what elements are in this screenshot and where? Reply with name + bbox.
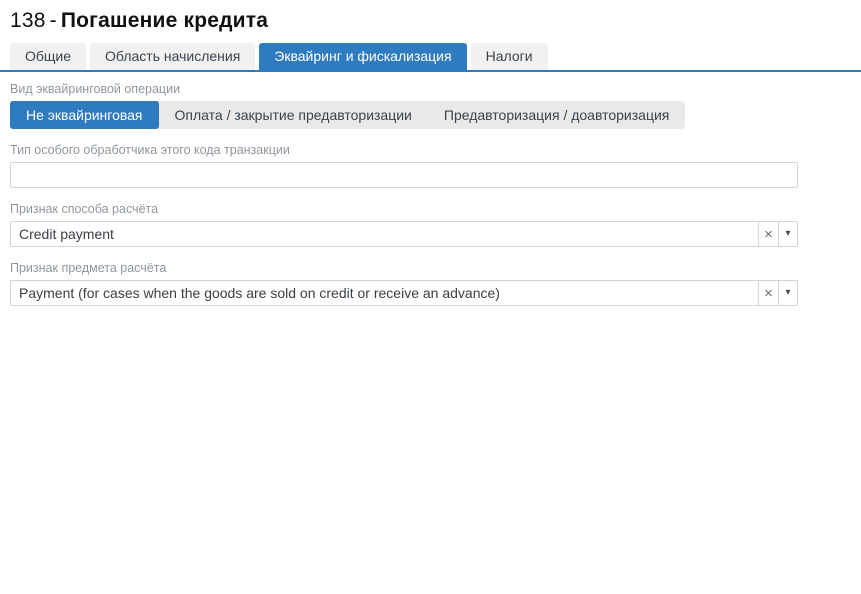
acquiring-operation-type-segmented-control: Не эквайринговая Оплата / закрытие преда…: [10, 101, 686, 129]
tab-taxes[interactable]: Налоги: [470, 43, 548, 70]
acquiring-operation-type-label: Вид эквайринговой операции: [10, 82, 181, 96]
title-code: 138: [10, 9, 46, 32]
special-handler-label: Тип особого обработчика этого кода транз…: [10, 143, 290, 157]
tab-bar: Общие Область начисления Эквайринг и фис…: [0, 43, 861, 72]
title-name: Погашение кредита: [60, 9, 269, 32]
chevron-down-icon: ▾: [785, 287, 791, 298]
payment-subject-attribute-label: Признак предмета расчёта: [10, 261, 167, 275]
tab-panel-acquiring-fiscalization: Вид эквайринговой операции Не эквайринго…: [0, 82, 808, 306]
payment-subject-dropdown-button[interactable]: ▾: [778, 281, 797, 305]
payment-subject-clear-button[interactable]: ×: [758, 281, 778, 305]
tab-general[interactable]: Общие: [10, 43, 87, 70]
tab-accrual-area[interactable]: Область начисления: [90, 43, 256, 70]
payment-subject-value: Payment (for cases when the goods are so…: [19, 285, 500, 301]
segment-preauthorization-additional-authorization[interactable]: Предавторизация / доавторизация: [428, 101, 686, 129]
payment-method-dropdown-button[interactable]: ▾: [778, 222, 797, 246]
transaction-code-editor-page: 138- Погашение кредита Общие Область начи…: [0, 0, 861, 594]
payment-method-value: Credit payment: [19, 226, 114, 242]
payment-method-combobox[interactable]: Credit payment × ▾: [10, 221, 798, 247]
chevron-down-icon: ▾: [785, 228, 791, 239]
tab-acquiring-fiscalization[interactable]: Эквайринг и фискализация: [259, 43, 467, 70]
payment-subject-combobox[interactable]: Payment (for cases when the goods are so…: [10, 280, 798, 306]
page-title: 138- Погашение кредита: [0, 0, 861, 43]
special-handler-input[interactable]: [10, 162, 798, 188]
segment-payment-close-preauthorization[interactable]: Оплата / закрытие предавторизации: [159, 101, 428, 129]
title-separator: -: [49, 9, 57, 32]
clear-icon: ×: [764, 225, 773, 243]
segment-non-acquiring[interactable]: Не эквайринговая: [10, 101, 159, 129]
payment-method-attribute-label: Признак способа расчёта: [10, 202, 159, 216]
clear-icon: ×: [764, 284, 773, 302]
payment-method-clear-button[interactable]: ×: [758, 222, 778, 246]
